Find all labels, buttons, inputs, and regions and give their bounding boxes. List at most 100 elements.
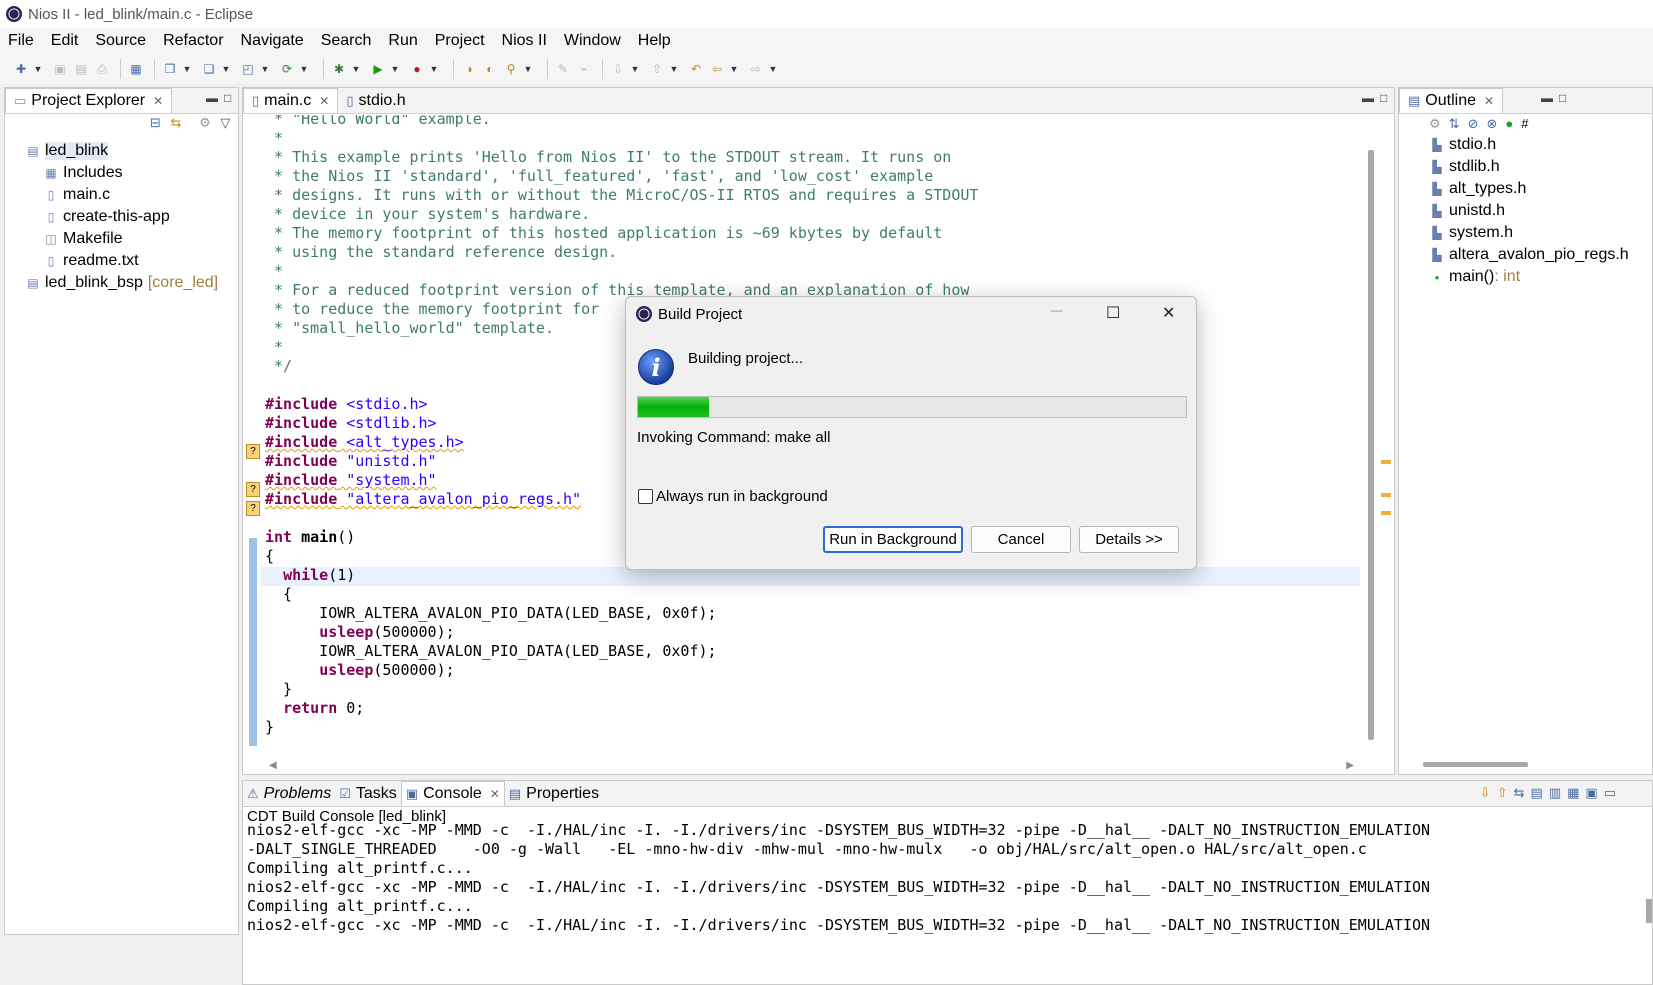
close-icon[interactable]: ✕ — [1484, 94, 1494, 108]
menu-navigate[interactable]: Navigate — [241, 32, 304, 50]
scroll-right-icon[interactable]: ▶ — [1346, 760, 1354, 771]
close-icon[interactable]: ✕ — [490, 787, 500, 801]
prev-annotation-dropdown-icon[interactable]: ▼ — [669, 60, 679, 78]
overview-warning-marker[interactable] — [1381, 511, 1391, 515]
menu-nios-ii[interactable]: Nios II — [502, 32, 547, 50]
new-class-dropdown-icon[interactable]: ▼ — [260, 60, 270, 78]
scroll-up-icon[interactable]: ⇧ — [1497, 785, 1514, 800]
outline-item[interactable]: ● main() : int — [1429, 266, 1652, 288]
maximize-icon[interactable]: □ — [1380, 91, 1387, 105]
tab-main-c[interactable]: ▯ main.c ✕ — [243, 88, 339, 113]
copy-console-icon[interactable]: ▦ — [1567, 785, 1585, 800]
save-icon[interactable]: ▣ — [51, 60, 69, 78]
forward-icon[interactable]: ⇨ — [747, 60, 765, 78]
outline-hscrollbar[interactable] — [1423, 762, 1528, 767]
next-annotation-icon[interactable]: ⇩ — [609, 60, 627, 78]
tree-item[interactable]: ▯ create-this-app — [5, 206, 238, 228]
outline-item[interactable]: ▙ unistd.h — [1429, 200, 1652, 222]
menu-project[interactable]: Project — [435, 32, 485, 50]
tree-item[interactable]: ▤ led_blink_bsp [core_led] — [5, 272, 238, 294]
prev-annotation-icon[interactable]: ⇧ — [648, 60, 666, 78]
tab-problems[interactable]: ⚠ Problems — [243, 782, 335, 806]
hide-nonpublic-icon[interactable]: ⊗ — [1486, 116, 1505, 131]
view-menu-icon[interactable]: ▽ — [220, 115, 230, 130]
menu-source[interactable]: Source — [95, 32, 146, 50]
refresh-dropdown-icon[interactable]: ▼ — [299, 60, 309, 78]
external-tools-icon[interactable]: ● — [408, 60, 426, 78]
tab-tasks[interactable]: ☑ Tasks — [335, 782, 401, 806]
new-dropdown-icon[interactable]: ▼ — [33, 60, 43, 78]
always-run-background-label[interactable]: Always run in background — [656, 488, 828, 505]
maximize-icon[interactable]: □ — [224, 91, 231, 105]
hide-macros-icon[interactable]: # — [1521, 116, 1536, 131]
new-folder-icon[interactable]: ❏ — [200, 60, 218, 78]
minimize-icon[interactable]: ▬ — [1362, 91, 1374, 105]
close-icon[interactable]: ✕ — [319, 94, 329, 108]
open-type-icon[interactable]: ◑ — [460, 60, 478, 78]
warning-marker-icon[interactable]: ? — [246, 444, 260, 459]
clear-console-icon[interactable]: ▤ — [1531, 785, 1549, 800]
overview-warning-marker[interactable] — [1381, 460, 1391, 464]
outline-item[interactable]: ▙ alt_types.h — [1429, 178, 1652, 200]
back-dropdown-icon[interactable]: ▼ — [729, 60, 739, 78]
menu-edit[interactable]: Edit — [51, 32, 79, 50]
warning-marker-icon[interactable]: ? — [246, 501, 260, 516]
new-project-icon[interactable]: ❐ — [161, 60, 179, 78]
pin-console-icon[interactable]: ▥ — [1549, 785, 1567, 800]
new-icon[interactable]: ✚ — [12, 60, 30, 78]
console-vscrollbar[interactable] — [1646, 899, 1652, 923]
tab-properties[interactable]: ▤ Properties — [505, 782, 603, 806]
toggle-block-icon[interactable]: ⌁ — [575, 60, 593, 78]
save-all-icon[interactable]: ▤ — [72, 60, 90, 78]
minimize-icon[interactable]: ─ — [1051, 303, 1062, 321]
search-icon[interactable]: ⚲ — [502, 60, 520, 78]
tree-item[interactable]: ◫ Makefile — [5, 228, 238, 250]
outline-item[interactable]: ▙ stdlib.h — [1429, 156, 1652, 178]
tab-stdio-h[interactable]: ▯ stdio.h — [338, 89, 413, 113]
warning-marker-icon[interactable]: ? — [246, 482, 260, 497]
toggle-mark-icon[interactable]: ✎ — [554, 60, 572, 78]
scroll-left-icon[interactable]: ◀ — [269, 760, 277, 771]
menu-refactor[interactable]: Refactor — [163, 32, 223, 50]
hide-members-icon[interactable]: ● — [1505, 116, 1521, 131]
maximize-icon[interactable]: □ — [1559, 91, 1566, 105]
details-button[interactable]: Details >> — [1079, 526, 1179, 553]
display-console-icon[interactable]: ▣ — [1585, 785, 1603, 800]
outline-item[interactable]: ▙ altera_avalon_pio_regs.h — [1429, 244, 1652, 266]
new-class-icon[interactable]: ◰ — [239, 60, 257, 78]
link-editor-icon[interactable]: ⇆ — [171, 115, 182, 130]
hide-fields-icon[interactable]: ⚙ — [1429, 116, 1449, 131]
tab-outline[interactable]: ▤ Outline ✕ — [1399, 88, 1504, 113]
outline-item[interactable]: ▙ system.h — [1429, 222, 1652, 244]
outline-item[interactable]: ▙ stdio.h — [1429, 134, 1652, 156]
open-console-icon[interactable]: ▭ — [1604, 785, 1622, 800]
external-tools-dropdown-icon[interactable]: ▼ — [429, 60, 439, 78]
close-icon[interactable]: ✕ — [1162, 303, 1175, 323]
minimize-icon[interactable]: ▬ — [1541, 91, 1553, 105]
back-icon[interactable]: ⇦ — [708, 60, 726, 78]
tree-item[interactable]: ▯ readme.txt — [5, 250, 238, 272]
new-project-dropdown-icon[interactable]: ▼ — [182, 60, 192, 78]
open-folder-icon[interactable]: ◐ — [481, 60, 499, 78]
menu-file[interactable]: File — [8, 32, 34, 50]
debug-dropdown-icon[interactable]: ▼ — [351, 60, 361, 78]
build-icon[interactable]: ▦ — [127, 60, 145, 78]
always-run-background-checkbox[interactable] — [638, 489, 653, 504]
debug-icon[interactable]: ✱ — [330, 60, 348, 78]
editor-vscrollbar[interactable] — [1368, 150, 1374, 740]
collapse-all-icon[interactable]: ⊟ — [150, 115, 161, 130]
forward-dropdown-icon[interactable]: ▼ — [768, 60, 778, 78]
print-icon[interactable]: ⎙ — [93, 60, 111, 78]
run-in-background-button[interactable]: Run in Background — [823, 526, 963, 553]
menu-help[interactable]: Help — [638, 32, 671, 50]
maximize-icon[interactable]: ☐ — [1106, 303, 1120, 323]
tree-item[interactable]: ▦ Includes — [5, 162, 238, 184]
search-dropdown-icon[interactable]: ▼ — [523, 60, 533, 78]
tab-project-explorer[interactable]: ▭ Project Explorer ✕ — [5, 88, 173, 113]
run-dropdown-icon[interactable]: ▼ — [390, 60, 400, 78]
hide-static-icon[interactable]: ⊘ — [1468, 116, 1487, 131]
menu-run[interactable]: Run — [388, 32, 417, 50]
next-annotation-dropdown-icon[interactable]: ▼ — [630, 60, 640, 78]
overview-warning-marker[interactable] — [1381, 493, 1391, 497]
refresh-icon[interactable]: ⟳ — [278, 60, 296, 78]
